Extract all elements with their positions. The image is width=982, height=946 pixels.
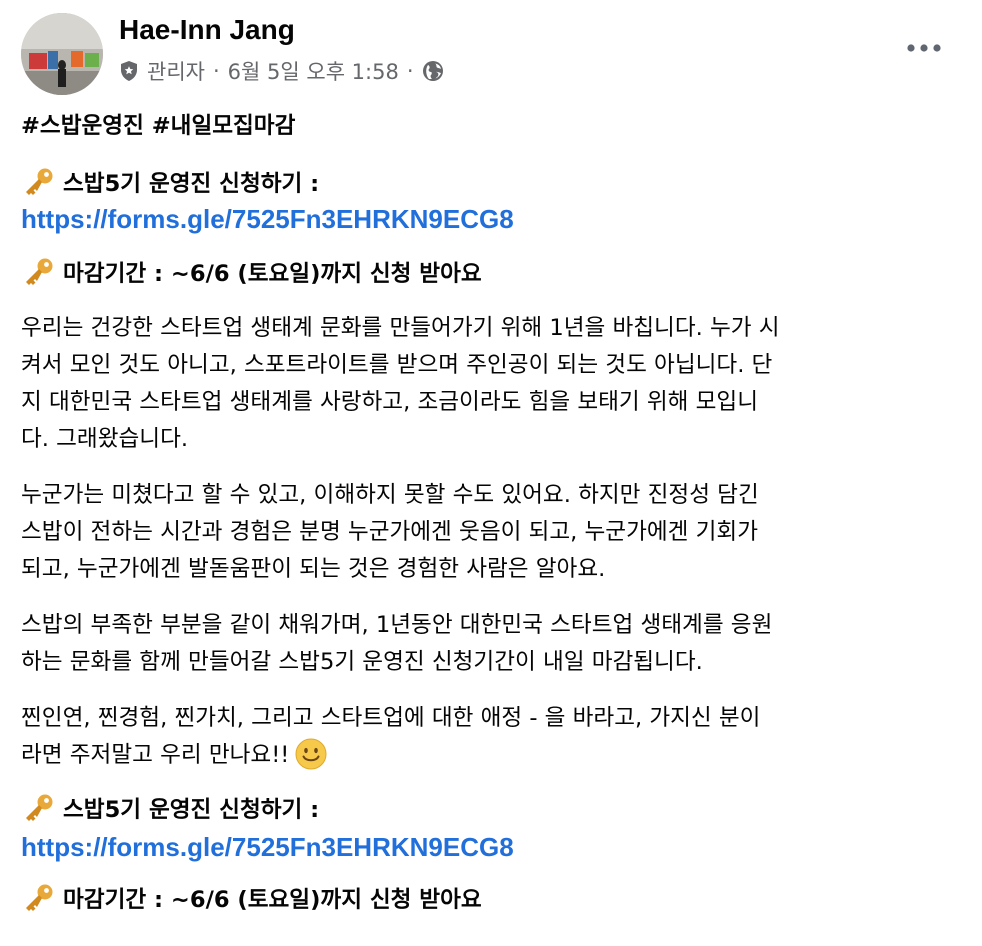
paragraph1-line4: 다. 그래왔습니다. [21,426,189,452]
form-link-row-2: https://forms.gle/7525Fn3EHRKN9ECG8 [21,829,514,867]
more-dots-icon [907,44,941,52]
apply-label-2: 스밥5기 운영진 신청하기 : [63,797,320,823]
post-meta: 관리자 · 6월 5일 오후 1:58 · [119,56,444,86]
deadline-text: 마감기간 : ~6/6 (토요일)까지 신청 받아요 [63,261,482,287]
smile-icon [295,738,327,770]
paragraph1-line2: 켜서 모인 것도 아니고, 스포트라이트를 받으며 주인공이 되는 것도 아닙니… [21,352,773,378]
paragraph4-line2-text: 라면 주저말고 우리 만나요!! [21,742,290,768]
hashtags[interactable]: #스밥운영진 #내일모집마감 [21,108,295,144]
role-label: 관리자 [147,60,205,84]
more-options-button[interactable] [898,28,950,68]
apply-label: 스밥5기 운영진 신청하기 : [63,171,320,197]
form-link-row: https://forms.gle/7525Fn3EHRKN9ECG8 [21,201,514,239]
form-link-2[interactable]: https://forms.gle/7525Fn3EHRKN9ECG8 [21,832,514,862]
post-timestamp[interactable]: 6월 5일 오후 1:58 [228,56,399,86]
paragraph4-line1: 찐인연, 찐경험, 찐가치, 그리고 스타트업에 대한 애정 - 을 바라고, … [21,705,761,731]
paragraph3-line2: 하는 문화를 함께 만들어갈 스밥5기 운영진 신청기간이 내일 마감됩니다. [21,649,703,675]
paragraph3-line1: 스밥의 부족한 부분을 같이 채워가며, 1년동안 대한민국 스타트업 생태계를… [21,612,773,638]
deadline-line: 마감기간 : ~6/6 (토요일)까지 신청 받아요 [21,256,482,292]
paragraph1-line3: 지 대한민국 스타트업 생태계를 사랑하고, 조금이라도 힘을 보태기 위해 모… [21,389,758,415]
deadline-text-2: 마감기간 : ~6/6 (토요일)까지 신청 받아요 [63,887,482,913]
paragraph1-line1: 우리는 건강한 스타트업 생태계 문화를 만들어가기 위해 1년을 바칩니다. … [21,315,780,341]
paragraph2-line2: 스밥이 전하는 시간과 경험은 분명 누군가에겐 웃음이 되고, 누군가에겐 기… [21,519,758,545]
key-icon [26,168,53,195]
avatar[interactable] [21,13,103,95]
paragraph4-line2: 라면 주저말고 우리 만나요!! [21,737,327,773]
apply-line-2: 스밥5기 운영진 신청하기 : [21,792,319,828]
author-name[interactable]: Hae-Inn Jang [119,14,295,46]
apply-line: 스밥5기 운영진 신청하기 : [21,166,319,202]
form-link[interactable]: https://forms.gle/7525Fn3EHRKN9ECG8 [21,204,514,234]
shield-icon [119,60,139,82]
globe-icon[interactable] [422,60,444,82]
paragraph2-line3: 되고, 누군가에겐 발돋움판이 되는 것은 경험한 사람은 알아요. [21,556,606,582]
key-icon [26,258,53,285]
facebook-post: Hae-Inn Jang 관리자 · 6월 5일 오후 1:58 · #스밥운영… [0,0,982,946]
deadline-line-2: 마감기간 : ~6/6 (토요일)까지 신청 받아요 [21,882,482,918]
paragraph2-line1: 누군가는 미쳤다고 할 수 있고, 이해하지 못할 수도 있어요. 하지만 진정… [21,482,759,508]
meta-separator: · [212,59,220,83]
key-icon [26,884,53,911]
meta-separator-2: · [406,59,414,83]
key-icon [26,794,53,821]
